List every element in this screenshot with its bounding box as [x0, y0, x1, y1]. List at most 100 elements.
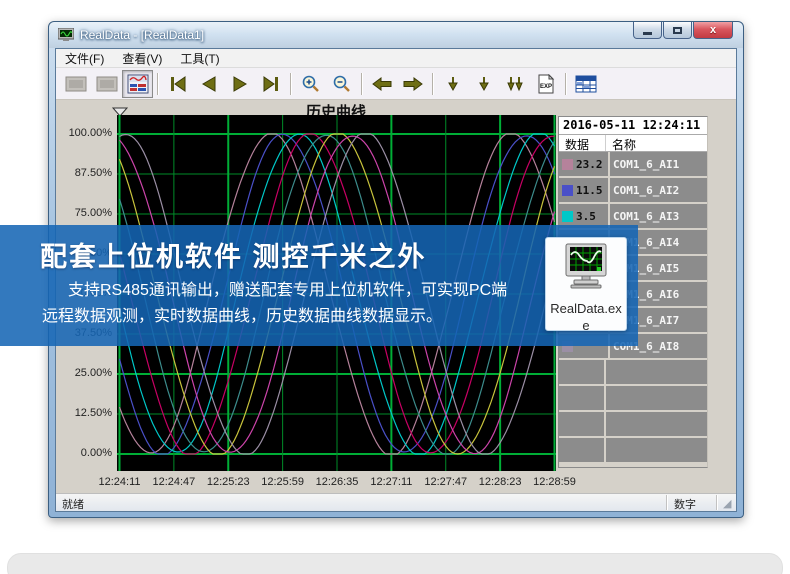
y-tick-label: 12.50% [56, 407, 112, 419]
row-name: COM1_6_AI2 [608, 178, 707, 202]
x-tick-label: 12:28:23 [469, 476, 531, 488]
zoom-in-button[interactable] [295, 70, 326, 98]
row-name-empty [604, 438, 707, 462]
svg-text:EXP: EXP [539, 84, 551, 90]
menu-item-2[interactable]: 工具(T) [171, 49, 228, 68]
marketing-banner: 配套上位机软件 测控千米之外 支持RS485通讯输出，赠送配套专用上位机软件，可… [0, 225, 638, 346]
window-title: RealData - [RealData1] [80, 28, 204, 42]
maximize-button[interactable] [663, 22, 692, 39]
cursor-down-alt-button[interactable] [468, 70, 499, 98]
title-bar: RealData - [RealData1] x [49, 22, 743, 48]
first-button[interactable] [162, 70, 193, 98]
y-tick-label: 75.00% [56, 207, 112, 219]
row-name: COM1_6_AI1 [608, 152, 707, 176]
column-header-name: 名称 [605, 135, 707, 151]
y-tick-label: 87.50% [56, 167, 112, 179]
status-separator [666, 495, 667, 510]
data-grid-button[interactable] [570, 70, 601, 98]
banner-headline: 配套上位机软件 测控千米之外 [40, 235, 427, 274]
stop-button[interactable] [60, 70, 91, 98]
x-tick-label: 12:28:59 [524, 476, 586, 488]
minimize-icon [643, 32, 652, 35]
x-tick-label: 12:24:47 [143, 476, 205, 488]
resize-grip[interactable]: ◢ [723, 498, 735, 510]
table-row[interactable]: 11.5COM1_6_AI2 [559, 178, 707, 202]
row-name-empty [604, 360, 707, 384]
realdata-exe-shortcut[interactable]: RealData.exe [545, 237, 627, 331]
monitor-icon [559, 243, 613, 293]
row-value: 3.5 [576, 210, 608, 223]
stop-icon [65, 75, 87, 93]
y-tick-label: 25.00% [56, 367, 112, 379]
cursor-down-button[interactable] [437, 70, 468, 98]
pan-left-icon [371, 76, 393, 92]
x-tick-label: 12:26:35 [306, 476, 368, 488]
data-grid-icon [575, 74, 597, 94]
data-panel-columns: 数据 名称 [559, 135, 707, 152]
pause-icon [96, 75, 118, 93]
x-tick-label: 12:25:23 [197, 476, 259, 488]
x-tick-label: 12:24:11 [89, 476, 151, 488]
cursor-down-icon [444, 75, 462, 93]
data-panel-datetime: 2016-05-11 12:24:11 [559, 117, 707, 135]
page: RealData - [RealData1] x 文件(F)查看(V)工具(T) [0, 0, 790, 574]
history-curve-icon [127, 74, 149, 94]
y-tick-label: 100.00% [56, 127, 112, 139]
banner-body: 支持RS485通讯输出，赠送配套专用上位机软件，可实现PC端 远程数据观测，实时… [42, 278, 562, 330]
last-button[interactable] [255, 70, 286, 98]
x-tick-label: 12:27:11 [360, 476, 422, 488]
first-icon [168, 75, 188, 93]
app-icon [58, 28, 74, 42]
pause-button[interactable] [91, 70, 122, 98]
cursor-down-double-icon [505, 75, 525, 93]
row-value: 23.2 [576, 158, 608, 171]
banner-text-line1: 支持RS485通讯输出，赠送配套专用上位机软件，可实现PC端 [42, 278, 562, 304]
status-ready-text: 就绪 [62, 496, 84, 512]
previous-icon [199, 75, 219, 93]
next-button[interactable] [224, 70, 255, 98]
series-color-chip [562, 211, 573, 222]
page-footer-strip [7, 553, 783, 574]
table-row[interactable] [559, 360, 707, 384]
zoom-out-icon [332, 74, 352, 94]
series-color-chip [562, 159, 573, 170]
x-tick-label: 12:25:59 [252, 476, 314, 488]
table-row[interactable]: 23.2COM1_6_AI1 [559, 152, 707, 176]
menu-item-1[interactable]: 查看(V) [113, 49, 171, 68]
minimize-button[interactable] [633, 22, 662, 39]
zoom-out-button[interactable] [326, 70, 357, 98]
toolbar: EXP [56, 68, 736, 100]
menu-item-0[interactable]: 文件(F) [56, 49, 113, 68]
pan-right-button[interactable] [397, 70, 428, 98]
maximize-icon [673, 27, 682, 34]
menu-bar: 文件(F)查看(V)工具(T) [56, 49, 736, 68]
pan-left-button[interactable] [366, 70, 397, 98]
zoom-in-icon [301, 74, 321, 94]
row-value: 11.5 [576, 184, 608, 197]
next-icon [230, 75, 250, 93]
close-icon: x [710, 24, 716, 36]
status-num-indicator: 数字 [674, 496, 696, 512]
row-name-empty [604, 386, 707, 410]
series-color-chip [562, 185, 573, 196]
table-row[interactable] [559, 438, 707, 462]
cursor-down-alt-icon [475, 75, 493, 93]
toolbar-separator [565, 73, 566, 95]
x-tick-label: 12:27:47 [415, 476, 477, 488]
pan-right-icon [402, 76, 424, 92]
last-icon [261, 75, 281, 93]
toolbar-separator [361, 73, 362, 95]
close-button[interactable]: x [693, 22, 733, 39]
table-row[interactable] [559, 386, 707, 410]
cursor-down-double-button[interactable] [499, 70, 530, 98]
history-curve-button[interactable] [122, 70, 153, 98]
banner-text-line2: 远程数据观测，实时数据曲线，历史数据曲线数据显示。 [42, 304, 562, 330]
export-icon: EXP [536, 74, 556, 94]
row-name-empty [604, 412, 707, 436]
table-row[interactable] [559, 412, 707, 436]
previous-button[interactable] [193, 70, 224, 98]
column-header-value: 数据 [559, 135, 605, 151]
export-button[interactable]: EXP [530, 70, 561, 98]
toolbar-separator [157, 73, 158, 95]
y-tick-label: 0.00% [56, 447, 112, 459]
